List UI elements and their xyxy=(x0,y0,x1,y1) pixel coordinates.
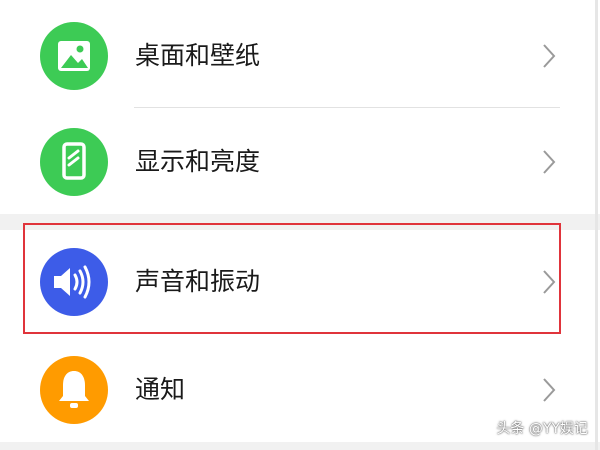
image-icon xyxy=(40,22,108,90)
settings-item-label: 桌面和壁纸 xyxy=(135,41,261,70)
settings-item-wallpaper[interactable]: 桌面和壁纸 xyxy=(0,22,600,90)
settings-item-label: 通知 xyxy=(135,375,186,404)
settings-item-notifications[interactable]: 通知 xyxy=(0,356,600,424)
settings-item-label: 显示和亮度 xyxy=(135,147,261,176)
chevron-right-icon xyxy=(543,44,556,68)
settings-group-display: 桌面和壁纸 显示和亮度 xyxy=(0,0,600,214)
highlight-box xyxy=(23,223,561,334)
chevron-right-icon xyxy=(543,378,556,402)
bell-icon xyxy=(40,356,108,424)
watermark: 头条 @YY娱记 xyxy=(496,421,588,437)
settings-item-display-brightness[interactable]: 显示和亮度 xyxy=(0,128,600,196)
chevron-right-icon xyxy=(543,150,556,174)
phone-display-icon xyxy=(40,128,108,196)
divider xyxy=(134,107,560,108)
scrollbar[interactable] xyxy=(595,0,598,450)
